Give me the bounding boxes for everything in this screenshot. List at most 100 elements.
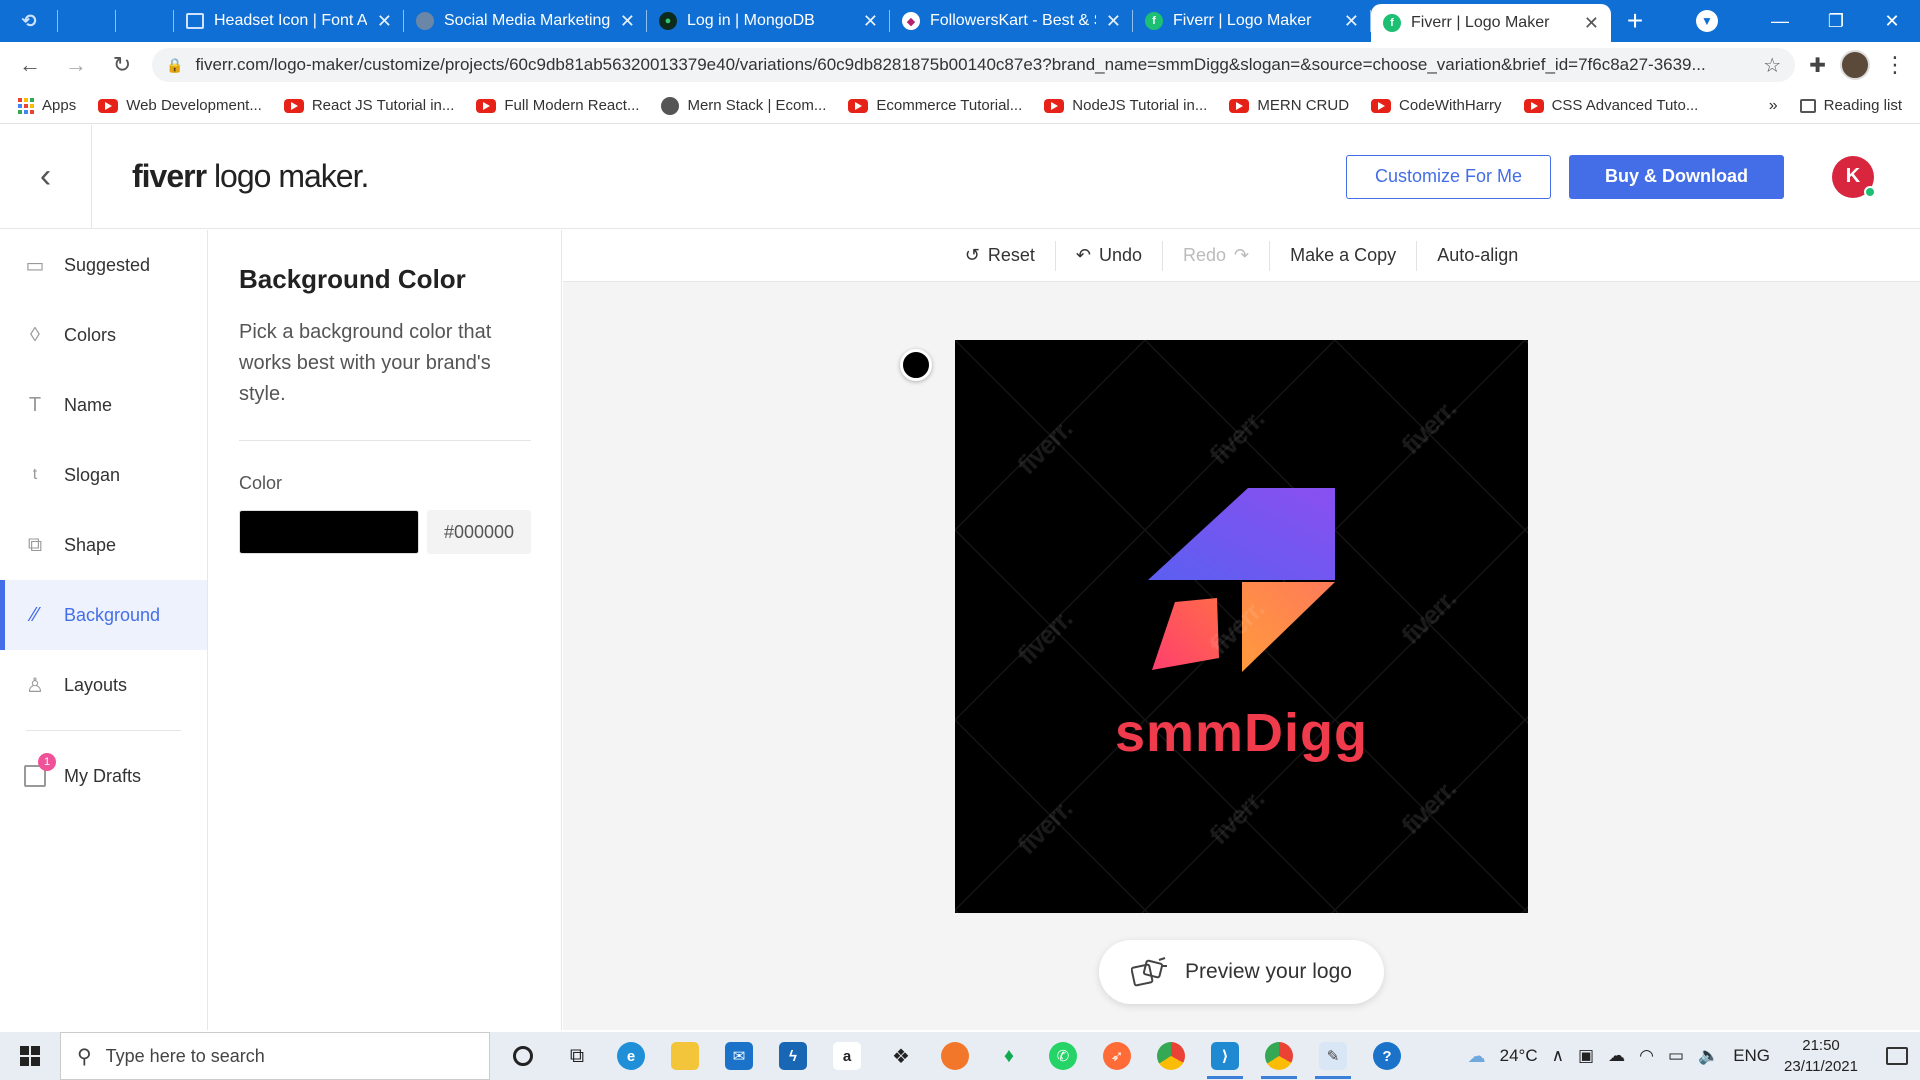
hex-color-input[interactable]: #000000 — [427, 510, 531, 554]
bookmark-item[interactable]: Ecommerce Tutorial... — [848, 97, 1022, 114]
postman-app[interactable]: ➶ — [1090, 1032, 1144, 1080]
make-copy-button[interactable]: Make a Copy — [1270, 240, 1418, 271]
sidebar-item-slogan[interactable]: t Slogan — [0, 440, 207, 510]
browser-menu-icon[interactable]: ⋮ — [1884, 52, 1906, 78]
tab-search-icon[interactable]: ▼ — [1696, 10, 1718, 32]
back-chevron-icon[interactable]: ‹ — [0, 124, 92, 229]
sidebar-item-colors[interactable]: ◊ Colors — [0, 300, 207, 370]
whatsapp-app[interactable]: ✆ — [1036, 1032, 1090, 1080]
meet-now-icon[interactable]: ▣ — [1578, 1046, 1594, 1066]
weather-temperature[interactable]: 24°C — [1500, 1046, 1538, 1066]
minimize-icon[interactable]: — — [1752, 11, 1808, 32]
file-explorer-app[interactable] — [658, 1032, 712, 1080]
browser-profile-avatar[interactable] — [1840, 50, 1870, 80]
auto-align-button[interactable]: Auto-align — [1417, 241, 1538, 271]
user-avatar[interactable]: K — [1832, 155, 1876, 198]
redo-button[interactable]: Redo ↷ — [1163, 240, 1271, 271]
online-status-dot — [1864, 185, 1876, 198]
undo-button[interactable]: ↶ Undo — [1056, 240, 1163, 271]
close-icon[interactable]: ✕ — [1106, 11, 1121, 32]
close-icon[interactable]: ✕ — [377, 11, 392, 32]
notification-center-icon[interactable] — [1886, 1047, 1908, 1065]
bookmark-item[interactable]: Mern Stack | Ecom... — [661, 96, 826, 115]
bookmark-star-icon[interactable]: ☆ — [1763, 53, 1781, 78]
vscode-app[interactable]: ⟩ — [1198, 1032, 1252, 1080]
sidebar-item-shape[interactable]: ⧉ Shape — [0, 510, 207, 580]
bookmark-item[interactable]: CodeWithHarry — [1371, 97, 1502, 114]
amazon-app[interactable]: a — [820, 1032, 874, 1080]
tab-pinned-3[interactable] — [116, 0, 174, 42]
paint-app[interactable]: ✎ — [1306, 1032, 1360, 1080]
tab-pinned-1[interactable]: ⟲ — [0, 0, 58, 42]
lock-icon[interactable]: 🔒 — [166, 57, 183, 74]
forward-arrow-icon[interactable]: → — [60, 52, 92, 78]
tab-pinned-2[interactable] — [58, 0, 116, 42]
close-icon[interactable]: ✕ — [863, 11, 878, 32]
bookmark-item[interactable]: React JS Tutorial in... — [283, 97, 454, 114]
bookmark-item[interactable]: CSS Advanced Tuto... — [1523, 97, 1698, 114]
extensions-puzzle-icon[interactable]: ✚ — [1809, 53, 1826, 78]
bookmark-item[interactable]: Full Modern React... — [476, 97, 639, 114]
tab-fiverr-1[interactable]: f Fiverr | Logo Maker ✕ — [1133, 0, 1371, 42]
reading-list-icon — [1799, 98, 1816, 113]
weather-cloud-icon[interactable]: ☁ — [1468, 1046, 1486, 1067]
sidebar-item-background[interactable]: ⁄⁄ Background — [0, 580, 207, 650]
cortana-button[interactable] — [496, 1032, 550, 1080]
firefox-app[interactable] — [928, 1032, 982, 1080]
back-arrow-icon[interactable]: ← — [14, 52, 46, 78]
reading-list-button[interactable]: Reading list — [1799, 97, 1902, 114]
bookmark-apps[interactable]: Apps — [18, 97, 76, 114]
tab-followerskart[interactable]: ◆ FollowersKart - Best & S ✕ — [890, 0, 1133, 42]
tab-headset-icon[interactable]: Headset Icon | Font Awe ✕ — [174, 0, 404, 42]
input-language[interactable]: ENG — [1733, 1046, 1770, 1066]
tab-fiverr-active[interactable]: f Fiverr | Logo Maker ✕ — [1371, 4, 1611, 42]
url-input[interactable]: 🔒 fiverr.com/logo-maker/customize/projec… — [152, 48, 1796, 82]
buy-download-button[interactable]: Buy & Download — [1569, 154, 1784, 199]
sidebar-item-name[interactable]: T Name — [0, 370, 207, 440]
powershell-app[interactable]: ϟ — [766, 1032, 820, 1080]
close-icon[interactable]: ✕ — [620, 11, 635, 32]
color-drag-handle[interactable] — [900, 349, 932, 381]
sidebar-item-suggested[interactable]: ▭ Suggested — [0, 230, 207, 300]
close-icon[interactable]: ✕ — [1584, 13, 1599, 34]
url-text[interactable]: fiverr.com/logo-maker/customize/projects… — [195, 55, 1751, 75]
new-tab-button[interactable]: + — [1611, 0, 1659, 42]
logo-preview-canvas[interactable]: fiverr. fiverr. fiverr. fiverr. fiverr. … — [955, 340, 1528, 913]
bookmark-item[interactable]: Web Development... — [98, 97, 262, 114]
fiverr-logo-maker-logo[interactable]: fiverr logo maker. — [132, 158, 369, 195]
start-button[interactable] — [0, 1032, 60, 1080]
preview-logo-button[interactable]: Preview your logo — [1099, 940, 1384, 1004]
color-swatch[interactable] — [239, 510, 419, 554]
tab-social-media[interactable]: Social Media Marketing ✕ — [404, 0, 647, 42]
dropbox-app[interactable]: ❖ — [874, 1032, 928, 1080]
onedrive-cloud-icon[interactable]: ☁ — [1608, 1046, 1625, 1066]
mongodb-compass-app[interactable]: ♦ — [982, 1032, 1036, 1080]
customize-for-me-button[interactable]: Customize For Me — [1345, 154, 1551, 199]
reload-icon[interactable]: ↻ — [106, 52, 138, 78]
chrome-app[interactable] — [1144, 1032, 1198, 1080]
chevron-up-icon[interactable]: ∧ — [1552, 1046, 1564, 1066]
chrome-profile-app[interactable] — [1252, 1032, 1306, 1080]
bookmark-item[interactable]: NodeJS Tutorial in... — [1044, 97, 1207, 114]
wifi-icon[interactable]: ◠ — [1639, 1046, 1654, 1066]
task-view-button[interactable]: ⧉ — [550, 1032, 604, 1080]
tab-mongodb[interactable]: ● Log in | MongoDB ✕ — [647, 0, 890, 42]
sidebar-item-my-drafts[interactable]: 1 My Drafts — [0, 741, 207, 811]
bookmark-item[interactable]: MERN CRUD — [1229, 97, 1349, 114]
taskbar-clock[interactable]: 21:50 23/11/2021 — [1784, 1035, 1858, 1077]
volume-icon[interactable]: 🔈 — [1698, 1046, 1719, 1066]
restore-icon[interactable]: ❐ — [1808, 11, 1864, 32]
bookmarks-bar: Apps Web Development... React JS Tutoria… — [0, 88, 1920, 124]
brand-name-text[interactable]: smmDigg — [955, 702, 1528, 764]
close-icon[interactable]: ✕ — [1344, 11, 1359, 32]
battery-icon[interactable]: ▭ — [1668, 1046, 1684, 1066]
mail-app[interactable]: ✉ — [712, 1032, 766, 1080]
help-app[interactable]: ? — [1360, 1032, 1414, 1080]
sidebar-item-layouts[interactable]: ♙ Layouts — [0, 650, 207, 720]
edge-app[interactable]: e — [604, 1032, 658, 1080]
reset-button[interactable]: ↺ Reset — [945, 240, 1056, 271]
panel-description: Pick a background color that works best … — [239, 317, 531, 441]
bookmarks-overflow-button[interactable]: » — [1769, 97, 1778, 115]
close-window-icon[interactable]: ✕ — [1864, 11, 1920, 32]
taskbar-search-box[interactable]: ⚲ Type here to search — [60, 1032, 490, 1080]
